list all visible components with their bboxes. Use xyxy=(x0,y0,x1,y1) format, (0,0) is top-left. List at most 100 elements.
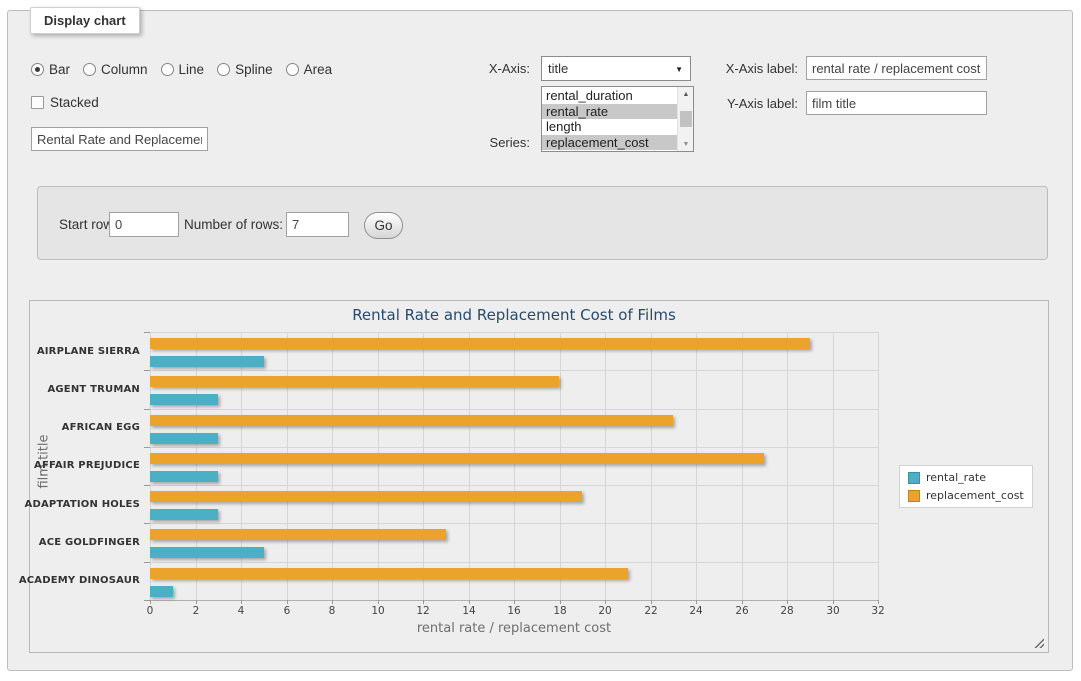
radio-label: Bar xyxy=(49,62,70,77)
bar-replacement_cost[interactable] xyxy=(150,529,446,540)
axis-tick xyxy=(560,600,561,604)
bar-replacement_cost[interactable] xyxy=(150,376,559,387)
bar-rental_rate[interactable] xyxy=(150,394,218,405)
chart-type-radiogroup: Bar Column Line Spline Area xyxy=(31,62,332,77)
gridline xyxy=(878,332,879,600)
axis-tick xyxy=(469,600,470,604)
xaxis-select[interactable]: title ▼ xyxy=(541,56,691,81)
gridline xyxy=(605,332,606,600)
axis-tick xyxy=(144,332,150,333)
bar-rental_rate[interactable] xyxy=(150,586,173,597)
gridline xyxy=(696,332,697,600)
bar-replacement_cost[interactable] xyxy=(150,491,582,502)
chart-type-option-bar[interactable]: Bar xyxy=(31,62,70,77)
start-row-input[interactable] xyxy=(109,212,179,237)
gridline xyxy=(150,409,878,410)
axis-tick xyxy=(196,600,197,604)
resize-handle-icon[interactable] xyxy=(1032,636,1044,648)
series-listbox[interactable]: rental_durationrental_ratelengthreplacem… xyxy=(541,86,694,152)
chart-type-option-spline[interactable]: Spline xyxy=(217,62,273,77)
bar-rental_rate[interactable] xyxy=(150,509,218,520)
bar-rental_rate[interactable] xyxy=(150,547,264,558)
axis-tick xyxy=(150,600,151,604)
axis-tick xyxy=(787,600,788,604)
axis-tick xyxy=(332,600,333,604)
gridline xyxy=(150,523,878,524)
gridline xyxy=(150,485,878,486)
axis-tick xyxy=(144,562,150,563)
bar-replacement_cost[interactable] xyxy=(150,453,764,464)
xaxis-tick-label: 20 xyxy=(585,605,625,617)
axis-tick xyxy=(144,600,150,601)
chart-type-option-line[interactable]: Line xyxy=(161,62,205,77)
gridline xyxy=(150,447,878,448)
gridline xyxy=(514,332,515,600)
stacked-label: Stacked xyxy=(50,95,99,110)
yaxis-label-input[interactable] xyxy=(806,91,987,115)
legend-item-rental_rate[interactable]: rental_rate xyxy=(908,471,1024,484)
scroll-down-icon[interactable]: ▼ xyxy=(678,137,694,151)
category-label: AGENT TRUMAN xyxy=(38,370,140,408)
axis-tick xyxy=(833,600,834,604)
xaxis-tick-label: 14 xyxy=(449,605,489,617)
chart-type-option-area[interactable]: Area xyxy=(286,62,333,77)
gridline xyxy=(150,370,878,371)
xaxis-tick-label: 12 xyxy=(403,605,443,617)
xaxis-tick-label: 2 xyxy=(176,605,216,617)
category-label: AIRPLANE SIERRA xyxy=(38,332,140,370)
gridline xyxy=(651,332,652,600)
bar-replacement_cost[interactable] xyxy=(150,415,673,426)
bar-replacement_cost[interactable] xyxy=(150,568,628,579)
radio-icon[interactable] xyxy=(286,63,299,76)
axis-tick xyxy=(651,600,652,604)
legend-swatch-icon xyxy=(908,490,920,502)
legend-label: rental_rate xyxy=(926,471,986,484)
series-option-rental_duration[interactable]: rental_duration xyxy=(542,88,677,104)
chart-type-option-column[interactable]: Column xyxy=(83,62,148,77)
xaxis-tick-label: 8 xyxy=(312,605,352,617)
legend-swatch-icon xyxy=(908,472,920,484)
bar-rental_rate[interactable] xyxy=(150,433,218,444)
series-label: Series: xyxy=(438,135,530,151)
radio-icon[interactable] xyxy=(217,63,230,76)
category-label: ACE GOLDFINGER xyxy=(38,523,140,561)
gridline xyxy=(332,332,333,600)
gridline xyxy=(742,332,743,600)
bar-rental_rate[interactable] xyxy=(150,471,218,482)
series-option-rental_rate[interactable]: rental_rate xyxy=(542,104,677,120)
bar-replacement_cost[interactable] xyxy=(150,338,810,349)
stacked-checkbox[interactable] xyxy=(31,96,44,109)
gridline xyxy=(378,332,379,600)
gridline xyxy=(560,332,561,600)
legend-item-replacement_cost[interactable]: replacement_cost xyxy=(908,489,1024,502)
display-chart-panel: Display chart Bar Column Line Spline Area St… xyxy=(7,10,1073,671)
chart-title-input[interactable] xyxy=(31,127,208,151)
radio-icon[interactable] xyxy=(161,63,174,76)
yaxis-label-label: Y-Axis label: xyxy=(684,91,798,116)
xaxis-tick-label: 6 xyxy=(267,605,307,617)
axis-tick xyxy=(144,370,150,371)
xaxis-select-value: title xyxy=(548,61,568,76)
num-rows-input[interactable] xyxy=(286,212,349,237)
xaxis-tick-label: 30 xyxy=(813,605,853,617)
xaxis-tick-label: 4 xyxy=(221,605,261,617)
xaxis-tick-label: 24 xyxy=(676,605,716,617)
bar-rental_rate[interactable] xyxy=(150,356,264,367)
plot-area xyxy=(150,332,878,600)
axis-tick xyxy=(605,600,606,604)
panel-legend: Display chart xyxy=(30,7,140,34)
stacked-row: Stacked xyxy=(31,95,99,110)
category-label: ADAPTATION HOLES xyxy=(38,485,140,523)
go-button[interactable]: Go xyxy=(364,212,403,239)
radio-icon[interactable] xyxy=(31,63,44,76)
num-rows-label: Number of rows: xyxy=(184,212,283,238)
gridline xyxy=(196,332,197,600)
radio-icon[interactable] xyxy=(83,63,96,76)
legend-label: replacement_cost xyxy=(926,489,1024,502)
gridline xyxy=(787,332,788,600)
series-option-length[interactable]: length xyxy=(542,119,677,135)
xaxis-label-input[interactable] xyxy=(806,56,987,80)
radio-label: Column xyxy=(101,62,148,77)
series-option-replacement_cost[interactable]: replacement_cost xyxy=(542,135,677,151)
chart-xaxis-title: rental rate / replacement cost xyxy=(150,621,878,636)
